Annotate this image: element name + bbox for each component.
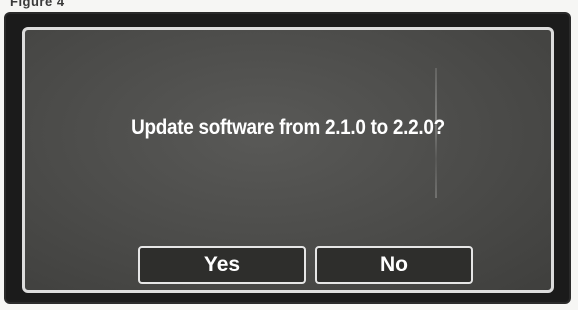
no-button[interactable]: No: [315, 246, 473, 284]
page: Figure 4 Update software from 2.1.0 to 2…: [0, 0, 578, 310]
display-screen: Update software from 2.1.0 to 2.2.0? Yes…: [6, 14, 569, 302]
dialog-message: Update software from 2.1.0 to 2.2.0?: [131, 116, 445, 139]
update-dialog: Update software from 2.1.0 to 2.2.0? Yes…: [22, 27, 554, 293]
yes-button[interactable]: Yes: [138, 246, 306, 284]
figure-caption: Figure 4: [10, 0, 65, 9]
